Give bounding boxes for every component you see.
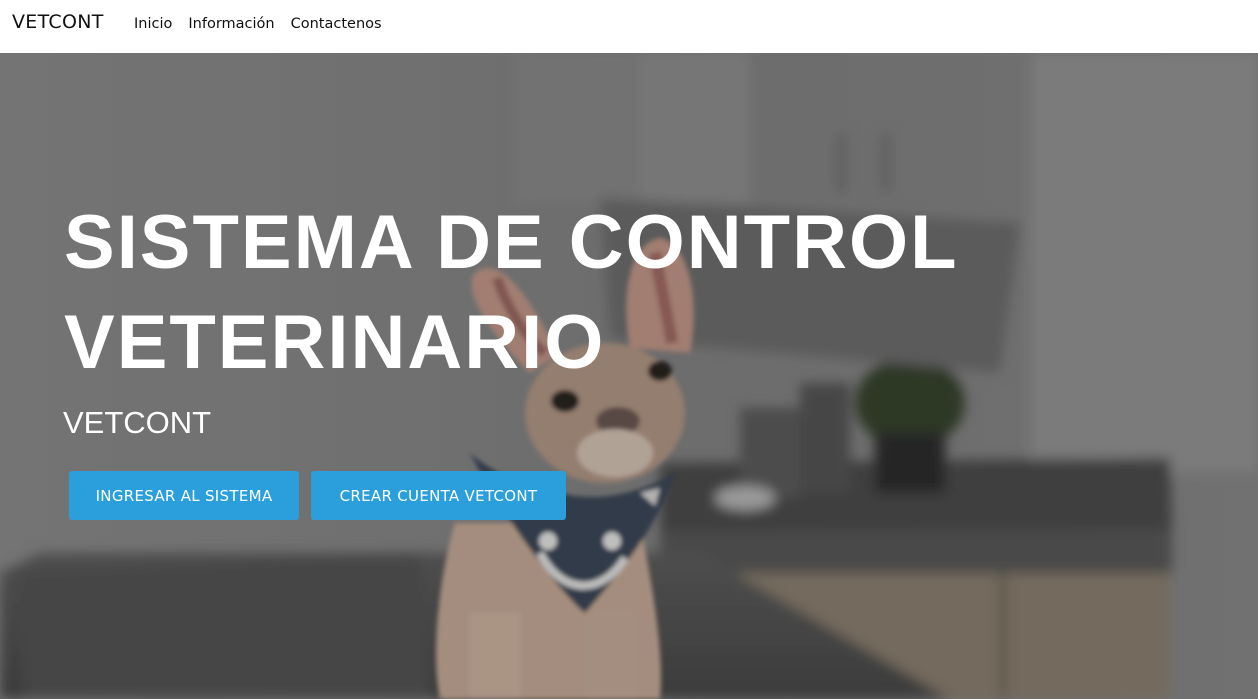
nav-link-contactenos[interactable]: Contactenos	[291, 15, 382, 33]
hero-content: SISTEMA DE CONTROL VETERINARIO VETCONT I…	[0, 53, 1258, 699]
nav-links: Inicio Información Contactenos	[134, 15, 398, 33]
brand-logo-link[interactable]: VETCONT	[12, 11, 104, 33]
hero-subtitle: VETCONT	[63, 405, 212, 440]
hero-title: SISTEMA DE CONTROL VETERINARIO	[64, 193, 1064, 393]
nav-link-informacion[interactable]: Información	[188, 15, 274, 33]
hero-title-line-2: VETERINARIO	[64, 300, 606, 385]
login-button[interactable]: INGRESAR AL SISTEMA	[69, 471, 299, 520]
hero-title-line-1: SISTEMA DE CONTROL	[64, 200, 959, 285]
top-navbar: VETCONT Inicio Información Contactenos	[0, 0, 1258, 53]
create-account-button[interactable]: CREAR CUENTA VETCONT	[311, 471, 566, 520]
hero-section: SISTEMA DE CONTROL VETERINARIO VETCONT I…	[0, 53, 1258, 699]
nav-link-inicio[interactable]: Inicio	[134, 15, 172, 33]
